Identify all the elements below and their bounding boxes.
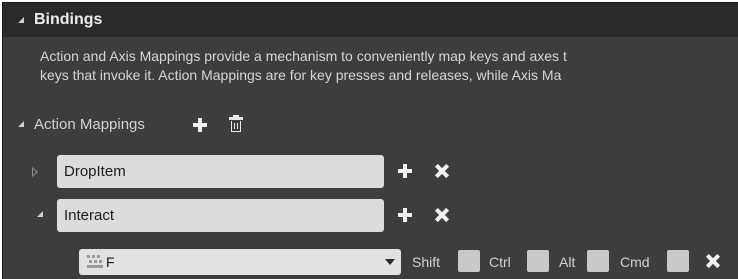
interact-collapse-arrow-icon[interactable] [37,211,43,217]
shift-label: Shift [412,254,441,270]
bindings-description: Action and Axis Mappings provide a mecha… [40,47,738,85]
add-key-plus-icon[interactable] [398,164,412,178]
cmd-checkbox[interactable] [667,250,689,272]
description-line: keys that invoke it. Action Mappings are… [40,67,562,83]
description-line: Action and Axis Mappings provide a mecha… [40,48,567,64]
bindings-category-header[interactable]: Bindings [3,3,738,37]
action-mappings-label: Action Mappings [34,116,145,133]
add-key-plus-icon[interactable] [398,208,412,222]
action-mappings-expand-arrow-icon[interactable] [18,121,24,127]
action-name-input-dropitem[interactable]: DropItem [57,155,384,188]
remove-mapping-x-icon[interactable] [435,164,449,178]
alt-label: Alt [559,254,576,270]
delete-all-trash-icon[interactable] [229,115,243,133]
remove-mapping-x-icon[interactable] [435,208,449,222]
keyboard-icon [85,253,105,269]
remove-key-x-icon[interactable] [706,254,720,268]
add-action-mapping-plus-icon[interactable] [193,118,207,132]
details-panel: Bindings Action and Axis Mappings provid… [2,2,738,279]
ctrl-checkbox[interactable] [527,250,549,272]
cmd-label: Cmd [620,254,650,270]
shift-checkbox[interactable] [458,250,480,272]
collapse-arrow-icon[interactable] [18,17,24,23]
dropitem-expand-arrow-icon[interactable] [32,167,38,177]
ctrl-label: Ctrl [489,254,511,270]
action-name-input-interact[interactable]: Interact [57,199,384,232]
key-select-dropdown[interactable]: F [79,249,401,275]
chevron-down-icon [385,259,395,265]
action-name-text: DropItem [64,163,126,180]
category-title: Bindings [34,11,103,28]
selected-key: F [106,254,115,270]
action-name-text: Interact [64,207,115,224]
alt-checkbox[interactable] [587,250,609,272]
